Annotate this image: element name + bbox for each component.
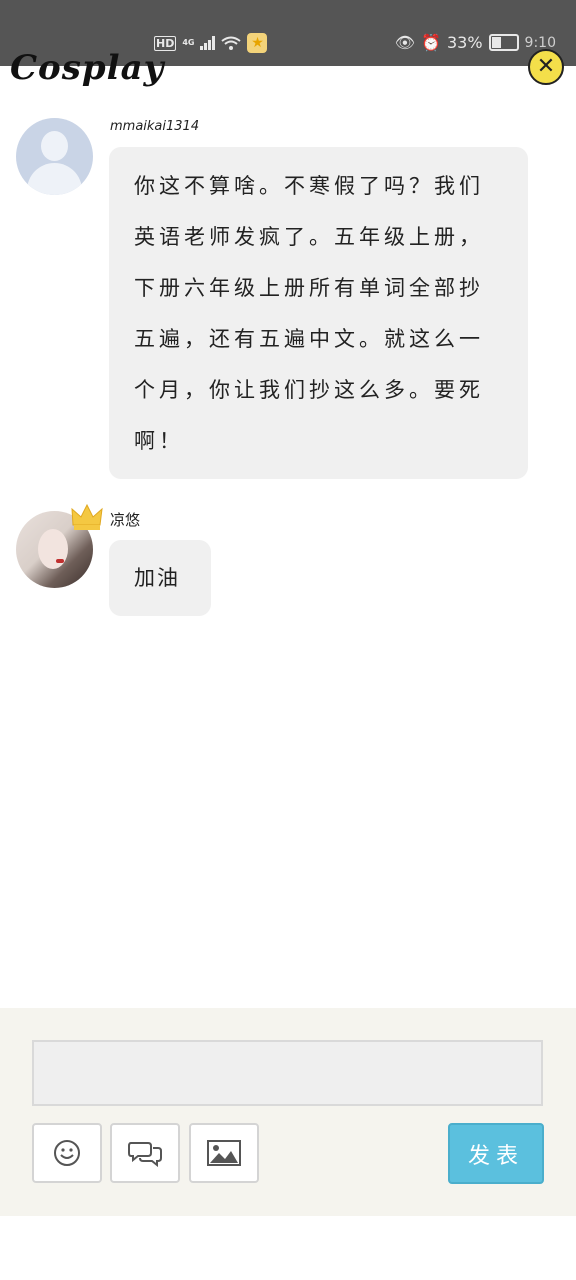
message-username: mmaikai1314 — [110, 119, 200, 134]
alarm-icon: ⏰ — [421, 33, 441, 52]
image-button[interactable] — [189, 1123, 259, 1183]
close-icon: ✕ — [536, 54, 556, 79]
comment-input[interactable] — [32, 1040, 543, 1106]
message-bubble: 加油 — [109, 540, 211, 616]
crown-icon — [71, 503, 103, 530]
close-button[interactable]: ✕ — [528, 49, 564, 85]
network-type: 4G — [182, 38, 195, 47]
battery-percent: 33% — [446, 33, 483, 52]
emoji-button[interactable] — [32, 1123, 102, 1183]
submit-button[interactable]: 发表 — [448, 1123, 544, 1184]
comment-composer: 发表 — [0, 1008, 576, 1216]
message-bubble: 你这不算啥。不寒假了吗？我们英语老师发疯了。五年级上册，下册六年级上册所有单词全… — [109, 147, 528, 479]
avatar[interactable] — [16, 118, 93, 195]
message-username: 凉悠 — [110, 511, 141, 529]
wifi-icon — [221, 36, 242, 50]
emoji-icon — [54, 1140, 80, 1166]
app-star-icon: ★ — [247, 33, 268, 53]
chat-button[interactable] — [110, 1123, 180, 1183]
chat-bubbles-icon — [128, 1142, 162, 1167]
clock: 9:10 — [524, 34, 556, 51]
status-icons-right: 👁 ⏰ 33% 9:10 — [395, 33, 556, 52]
image-icon — [207, 1140, 241, 1166]
battery-icon — [488, 34, 519, 51]
page-title: Cosplay — [10, 48, 165, 88]
status-icons-left: HD 4G ★ — [154, 33, 268, 53]
eye-icon: 👁 — [394, 33, 416, 52]
signal-icon — [200, 36, 216, 50]
